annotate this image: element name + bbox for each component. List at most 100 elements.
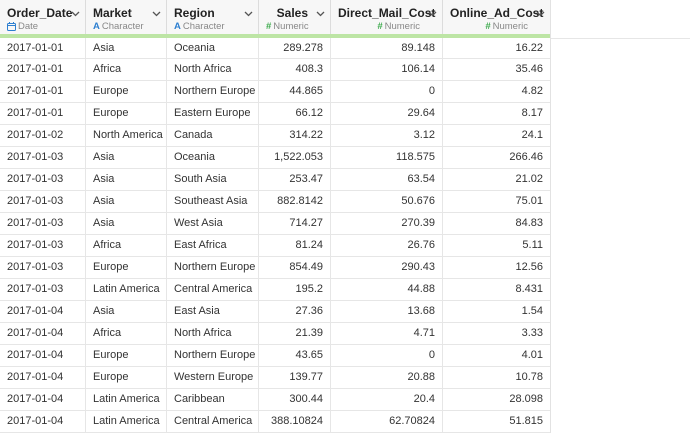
cell-region[interactable]: Northern Europe	[167, 257, 259, 278]
cell-sales[interactable]: 253.47	[259, 169, 331, 190]
cell-online-ad-cost[interactable]: 21.02	[443, 169, 550, 190]
cell-sales[interactable]: 854.49	[259, 257, 331, 278]
cell-market[interactable]: Africa	[86, 323, 167, 344]
cell-direct-mail-cost[interactable]: 0	[331, 81, 443, 102]
cell-region[interactable]: Canada	[167, 125, 259, 146]
cell-market[interactable]: Asia	[86, 301, 167, 322]
cell-sales[interactable]: 714.27	[259, 213, 331, 234]
cell-order-date[interactable]: 2017-01-03	[0, 257, 86, 278]
cell-order-date[interactable]: 2017-01-01	[0, 103, 86, 124]
cell-direct-mail-cost[interactable]: 89.148	[331, 38, 443, 58]
cell-online-ad-cost[interactable]: 8.17	[443, 103, 550, 124]
cell-direct-mail-cost[interactable]: 270.39	[331, 213, 443, 234]
cell-online-ad-cost[interactable]: 8.431	[443, 279, 550, 300]
cell-order-date[interactable]: 2017-01-03	[0, 169, 86, 190]
table-row[interactable]: 2017-01-01 Africa North Africa 408.3 106.14 3…	[0, 59, 550, 81]
column-header-market[interactable]: Market A Character	[86, 0, 167, 34]
chevron-down-icon[interactable]	[71, 9, 80, 18]
cell-online-ad-cost[interactable]: 4.82	[443, 81, 550, 102]
cell-direct-mail-cost[interactable]: 20.4	[331, 389, 443, 410]
cell-direct-mail-cost[interactable]: 4.71	[331, 323, 443, 344]
table-row[interactable]: 2017-01-01 Europe Northern Europe 44.865 0 4.…	[0, 81, 550, 103]
table-row[interactable]: 2017-01-01 Asia Oceania 289.278 89.148 16.22	[0, 38, 550, 59]
cell-online-ad-cost[interactable]: 35.46	[443, 59, 550, 80]
cell-sales[interactable]: 388.10824	[259, 411, 331, 432]
table-row[interactable]: 2017-01-03 Asia West Asia 714.27 270.39 84.83	[0, 213, 550, 235]
cell-region[interactable]: Southeast Asia	[167, 191, 259, 212]
cell-online-ad-cost[interactable]: 10.78	[443, 367, 550, 388]
cell-direct-mail-cost[interactable]: 290.43	[331, 257, 443, 278]
cell-sales[interactable]: 1,522.053	[259, 147, 331, 168]
cell-direct-mail-cost[interactable]: 0	[331, 345, 443, 366]
table-row[interactable]: 2017-01-03 Latin America Central America 19…	[0, 279, 550, 301]
cell-market[interactable]: Europe	[86, 103, 167, 124]
cell-order-date[interactable]: 2017-01-01	[0, 81, 86, 102]
cell-online-ad-cost[interactable]: 266.46	[443, 147, 550, 168]
cell-region[interactable]: North Africa	[167, 323, 259, 344]
cell-region[interactable]: Northern Europe	[167, 345, 259, 366]
cell-region[interactable]: Northern Europe	[167, 81, 259, 102]
cell-order-date[interactable]: 2017-01-04	[0, 389, 86, 410]
table-row[interactable]: 2017-01-03 Africa East Africa 81.24 26.76 5.1…	[0, 235, 550, 257]
cell-market[interactable]: Asia	[86, 191, 167, 212]
cell-order-date[interactable]: 2017-01-04	[0, 323, 86, 344]
cell-online-ad-cost[interactable]: 1.54	[443, 301, 550, 322]
cell-direct-mail-cost[interactable]: 13.68	[331, 301, 443, 322]
cell-order-date[interactable]: 2017-01-03	[0, 279, 86, 300]
cell-online-ad-cost[interactable]: 24.1	[443, 125, 550, 146]
cell-market[interactable]: Europe	[86, 367, 167, 388]
cell-order-date[interactable]: 2017-01-01	[0, 59, 86, 80]
cell-market[interactable]: Asia	[86, 169, 167, 190]
cell-region[interactable]: Oceania	[167, 147, 259, 168]
cell-online-ad-cost[interactable]: 84.83	[443, 213, 550, 234]
cell-region[interactable]: Oceania	[167, 38, 259, 58]
cell-direct-mail-cost[interactable]: 118.575	[331, 147, 443, 168]
cell-market[interactable]: Asia	[86, 147, 167, 168]
table-row[interactable]: 2017-01-04 Latin America Central America 38…	[0, 411, 550, 433]
table-row[interactable]: 2017-01-03 Europe Northern Europe 854.49 290…	[0, 257, 550, 279]
table-row[interactable]: 2017-01-03 Asia South Asia 253.47 63.54 21.02	[0, 169, 550, 191]
table-row[interactable]: 2017-01-04 Africa North Africa 21.39 4.71 3.3…	[0, 323, 550, 345]
cell-region[interactable]: East Asia	[167, 301, 259, 322]
cell-direct-mail-cost[interactable]: 3.12	[331, 125, 443, 146]
table-row[interactable]: 2017-01-04 Europe Northern Europe 43.65 0 4.0…	[0, 345, 550, 367]
cell-market[interactable]: North America	[86, 125, 167, 146]
cell-online-ad-cost[interactable]: 28.098	[443, 389, 550, 410]
cell-sales[interactable]: 81.24	[259, 235, 331, 256]
chevron-down-icon[interactable]	[244, 9, 253, 18]
cell-direct-mail-cost[interactable]: 62.70824	[331, 411, 443, 432]
cell-region[interactable]: Western Europe	[167, 367, 259, 388]
cell-sales[interactable]: 27.36	[259, 301, 331, 322]
cell-market[interactable]: Africa	[86, 235, 167, 256]
cell-market[interactable]: Asia	[86, 38, 167, 58]
cell-market[interactable]: Africa	[86, 59, 167, 80]
cell-direct-mail-cost[interactable]: 106.14	[331, 59, 443, 80]
table-row[interactable]: 2017-01-01 Europe Eastern Europe 66.12 29.64…	[0, 103, 550, 125]
column-header-order-date[interactable]: Order_Date Date	[0, 0, 86, 34]
table-row[interactable]: 2017-01-04 Asia East Asia 27.36 13.68 1.54	[0, 301, 550, 323]
cell-order-date[interactable]: 2017-01-02	[0, 125, 86, 146]
column-header-region[interactable]: Region A Character	[167, 0, 259, 34]
chevron-down-icon[interactable]	[316, 9, 325, 18]
column-header-online-ad-cost[interactable]: Online_Ad_Cost # Numeric	[443, 0, 550, 34]
cell-sales[interactable]: 43.65	[259, 345, 331, 366]
cell-region[interactable]: Caribbean	[167, 389, 259, 410]
cell-order-date[interactable]: 2017-01-01	[0, 38, 86, 58]
table-row[interactable]: 2017-01-04 Latin America Caribbean 300.44 20…	[0, 389, 550, 411]
cell-sales[interactable]: 66.12	[259, 103, 331, 124]
cell-region[interactable]: Central America	[167, 279, 259, 300]
cell-online-ad-cost[interactable]: 51.815	[443, 411, 550, 432]
cell-sales[interactable]: 882.8142	[259, 191, 331, 212]
cell-direct-mail-cost[interactable]: 50.676	[331, 191, 443, 212]
cell-order-date[interactable]: 2017-01-03	[0, 191, 86, 212]
cell-direct-mail-cost[interactable]: 20.88	[331, 367, 443, 388]
cell-market[interactable]: Latin America	[86, 411, 167, 432]
cell-online-ad-cost[interactable]: 5.11	[443, 235, 550, 256]
cell-order-date[interactable]: 2017-01-04	[0, 411, 86, 432]
cell-order-date[interactable]: 2017-01-03	[0, 213, 86, 234]
cell-market[interactable]: Europe	[86, 257, 167, 278]
table-row[interactable]: 2017-01-03 Asia Southeast Asia 882.8142 50.6…	[0, 191, 550, 213]
cell-sales[interactable]: 314.22	[259, 125, 331, 146]
chevron-down-icon[interactable]	[152, 9, 161, 18]
cell-online-ad-cost[interactable]: 12.56	[443, 257, 550, 278]
